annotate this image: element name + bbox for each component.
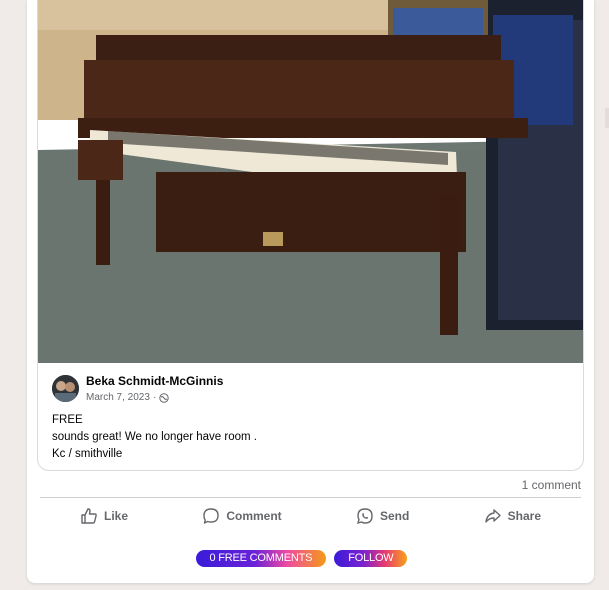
- author-name[interactable]: Beka Schmidt-McGinnis: [86, 374, 223, 388]
- post-text-line: Kc / smithville: [52, 448, 123, 460]
- post-meta: March 7, 2023 ·: [86, 392, 169, 403]
- share-icon: [484, 509, 501, 523]
- page-edge: [605, 108, 609, 128]
- comment-label: Comment: [226, 509, 282, 523]
- avatar[interactable]: [52, 375, 79, 402]
- post-date[interactable]: March 7, 2023: [86, 392, 150, 403]
- free-comments-button[interactable]: 0 FREE COMMENTS: [195, 550, 327, 567]
- comment-icon: [203, 508, 220, 524]
- promo-pills: 0 FREE COMMENTS FOLLOW: [0, 550, 609, 567]
- send-button[interactable]: Send: [336, 503, 429, 529]
- thumbs-up-icon: [81, 508, 97, 524]
- post-text: FREE sounds great! We no longer have roo…: [52, 412, 257, 463]
- share-label: Share: [507, 509, 541, 523]
- share-button[interactable]: Share: [464, 503, 561, 529]
- piano-photo[interactable]: [38, 0, 583, 363]
- post-text-line: sounds great! We no longer have room .: [52, 431, 257, 443]
- like-button[interactable]: Like: [60, 503, 148, 529]
- meta-separator: ·: [152, 392, 157, 403]
- action-bar: Like Comment Send Share: [40, 502, 581, 530]
- like-label: Like: [104, 509, 129, 523]
- follow-button[interactable]: FOLLOW: [334, 550, 408, 567]
- whatsapp-icon: [356, 508, 373, 525]
- comment-button[interactable]: Comment: [182, 503, 301, 529]
- shared-post[interactable]: Beka Schmidt-McGinnis March 7, 2023 · FR…: [37, 0, 584, 471]
- post-text-line: FREE: [52, 414, 83, 426]
- send-label: Send: [379, 509, 410, 523]
- divider: [40, 497, 581, 498]
- comment-count[interactable]: 1 comment: [522, 478, 581, 492]
- globe-icon: [159, 392, 169, 403]
